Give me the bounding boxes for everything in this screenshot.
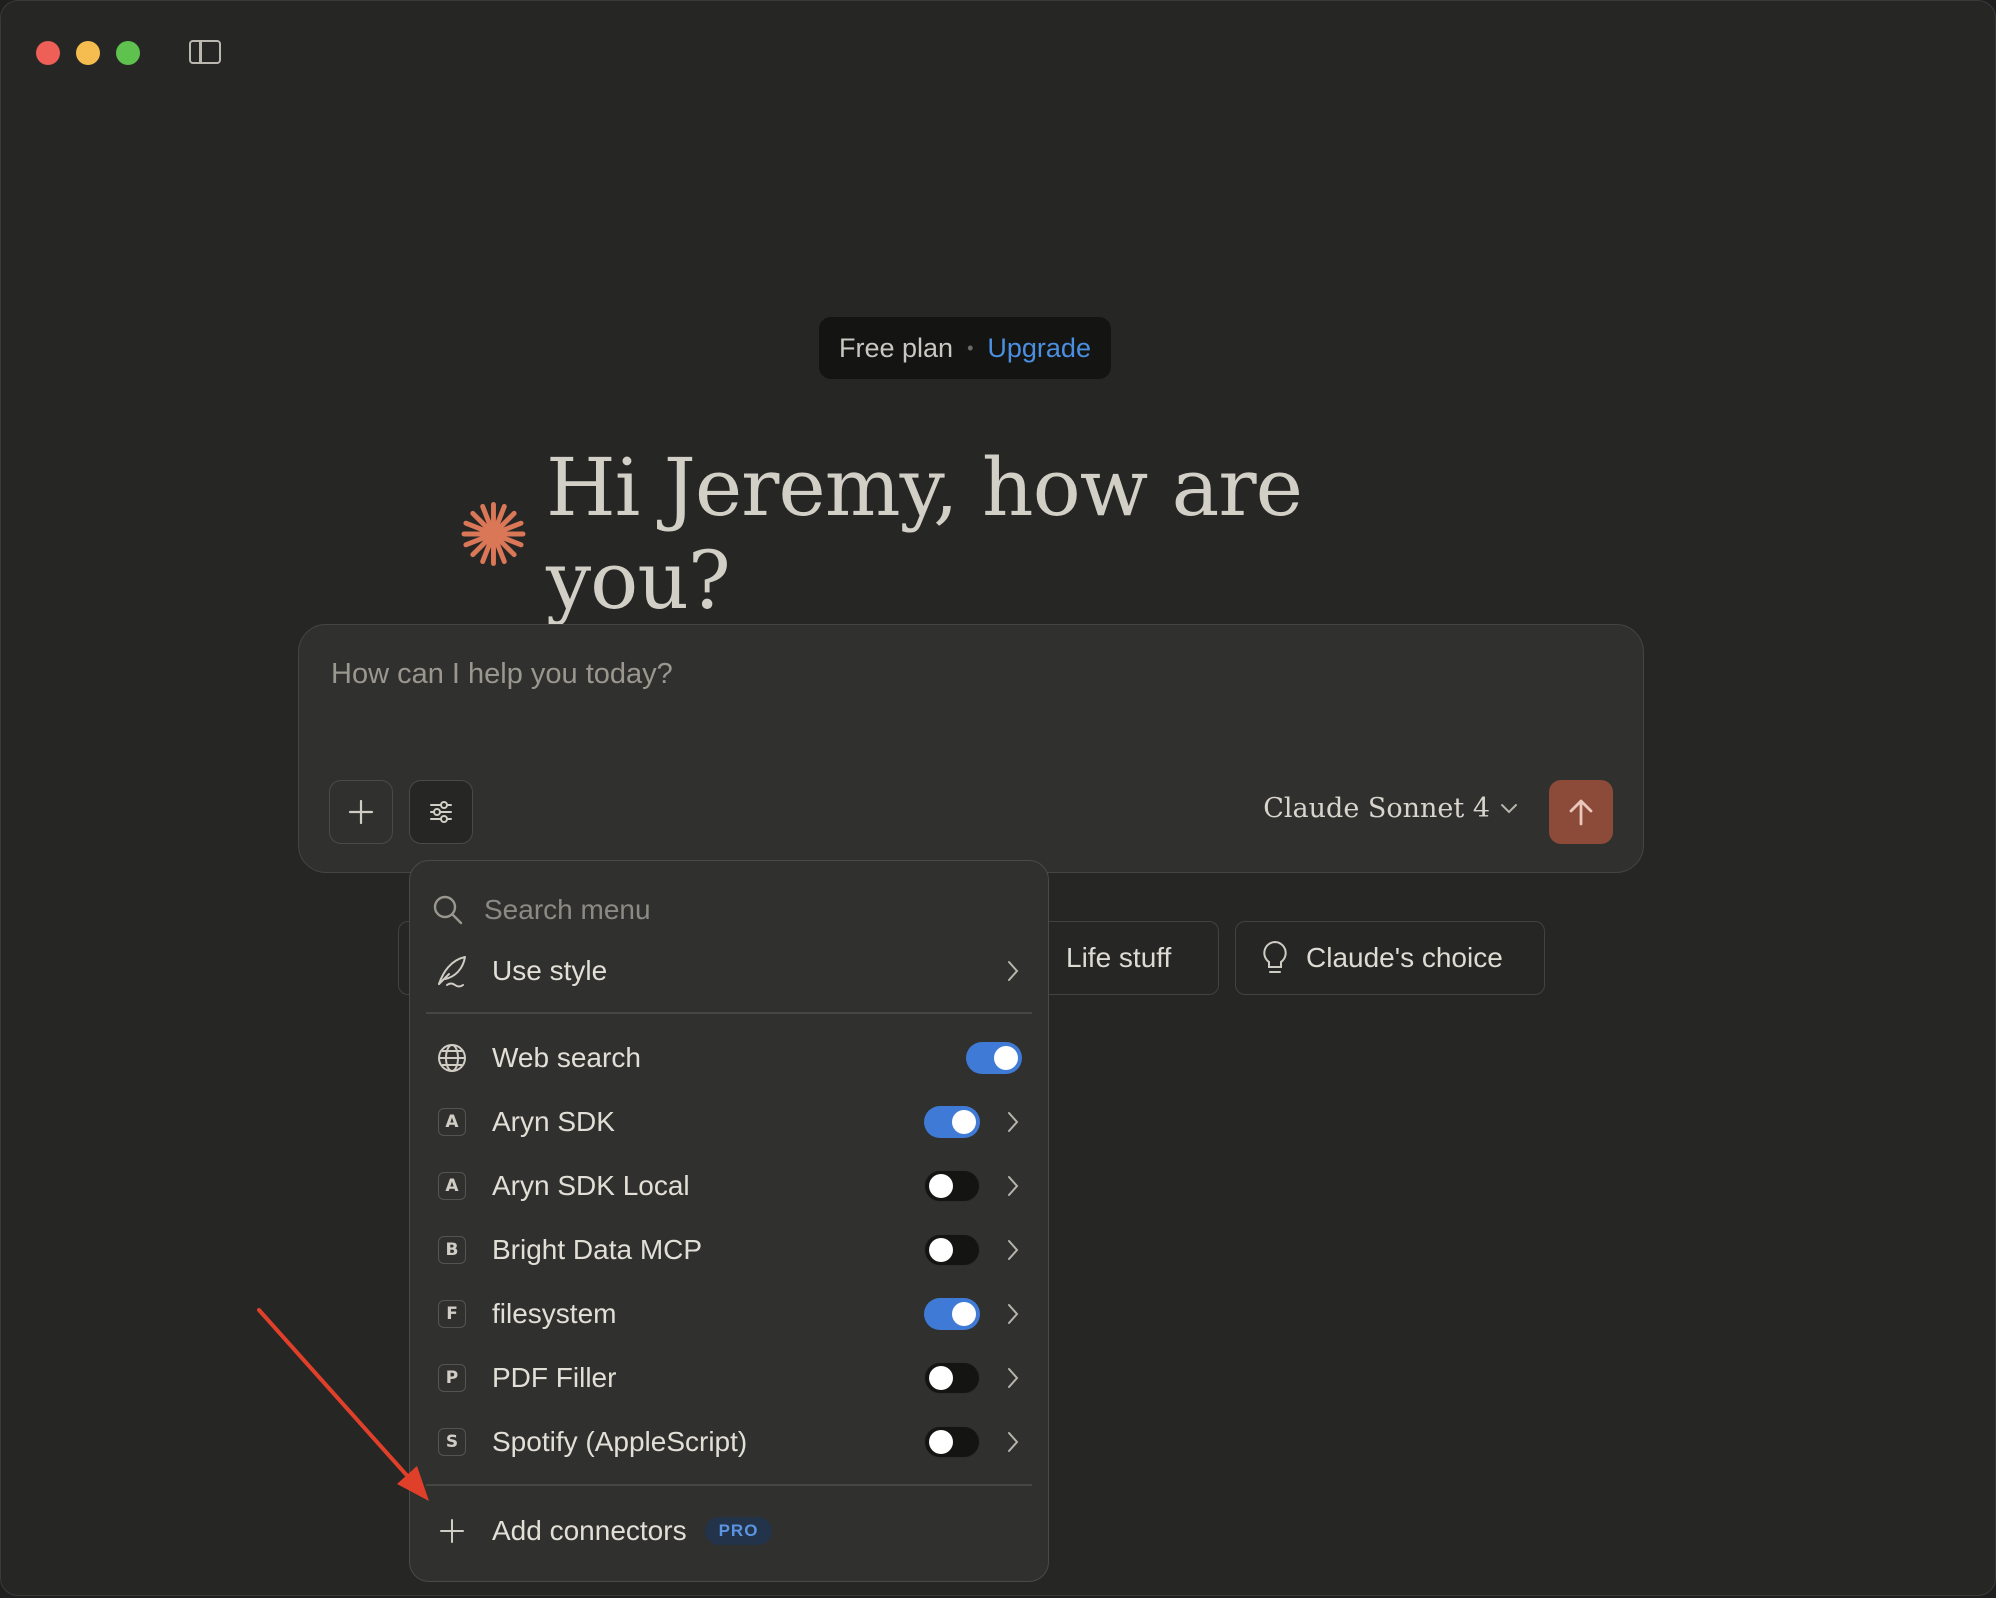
claude-asterisk-icon [461, 502, 526, 566]
upgrade-link[interactable]: Upgrade [987, 333, 1091, 364]
send-button[interactable] [1549, 780, 1613, 844]
plus-icon [432, 1518, 472, 1544]
zoom-window-button[interactable] [116, 41, 140, 65]
chevron-right-icon[interactable] [1004, 1172, 1022, 1200]
connector-letter-icon: A [438, 1108, 466, 1136]
connector-label: Aryn SDK Local [492, 1170, 690, 1201]
chevron-right-icon [1004, 957, 1022, 985]
connector-letter-icon: P [438, 1364, 466, 1392]
chevron-right-icon[interactable] [1004, 1428, 1022, 1456]
chip-label: Life stuff [1066, 942, 1172, 973]
sidebar-toggle-icon[interactable] [189, 40, 221, 64]
quill-icon [432, 954, 472, 988]
connector-row[interactable]: P PDF Filler [424, 1348, 1034, 1408]
prompt-input[interactable] [329, 657, 1533, 692]
add-attachment-button[interactable] [329, 780, 393, 844]
minimize-window-button[interactable] [76, 41, 100, 65]
menu-search-input[interactable] [482, 893, 1026, 927]
tools-button[interactable] [409, 780, 473, 844]
connector-toggle[interactable] [924, 1170, 980, 1202]
annotation-arrow-icon [257, 1308, 429, 1501]
menu-item-web-search[interactable]: Web search [424, 1028, 1034, 1088]
app-window: Free plan • Upgrade Hi Jeremy, how are y… [0, 0, 1996, 1596]
arrow-up-icon [1569, 799, 1593, 826]
connector-toggle[interactable] [924, 1426, 980, 1458]
connector-toggle[interactable] [924, 1106, 980, 1138]
chevron-right-icon[interactable] [1004, 1364, 1022, 1392]
connector-letter-icon: A [438, 1172, 466, 1200]
plan-separator: • [967, 337, 974, 358]
connector-label: Spotify (AppleScript) [492, 1426, 748, 1457]
search-icon [433, 895, 463, 925]
plus-icon [348, 799, 374, 825]
connector-label: PDF Filler [492, 1362, 617, 1393]
sliders-icon [430, 801, 452, 823]
tools-menu: Use style Web search [409, 860, 1049, 1582]
globe-icon [432, 1042, 472, 1074]
close-window-button[interactable] [36, 41, 60, 65]
connector-toggle[interactable] [924, 1298, 980, 1330]
connector-row[interactable]: A Aryn SDK Local [424, 1156, 1034, 1216]
chevron-right-icon[interactable] [1004, 1300, 1022, 1328]
greeting-text: Hi Jeremy, how are you? [545, 441, 1303, 627]
connector-letter-icon: S [438, 1428, 466, 1456]
connector-label: filesystem [492, 1298, 617, 1329]
pro-badge: PRO [704, 1517, 773, 1545]
plan-label: Free plan [839, 332, 954, 363]
web-search-label: Web search [492, 1042, 641, 1073]
web-search-toggle[interactable] [966, 1042, 1022, 1074]
connector-label: Bright Data MCP [492, 1234, 703, 1265]
connector-letter-icon: F [438, 1300, 466, 1328]
chevron-right-icon[interactable] [1004, 1236, 1022, 1264]
menu-item-use-style[interactable]: Use style [424, 941, 1034, 1001]
composer: Claude Sonnet 4 [298, 624, 1644, 873]
greeting: Hi Jeremy, how are you? [461, 441, 1495, 627]
menu-search [432, 885, 1026, 935]
menu-divider [426, 1012, 1032, 1014]
model-name: Claude Sonnet 4 [1263, 793, 1490, 824]
connector-row[interactable]: A Aryn SDK [424, 1092, 1034, 1152]
suggestion-chip-claudes-choice[interactable]: Claude's choice [1235, 921, 1545, 995]
connector-label: Aryn SDK [492, 1106, 615, 1137]
menu-divider [426, 1484, 1032, 1486]
connector-toggle[interactable] [924, 1234, 980, 1266]
lightbulb-icon [1263, 940, 1287, 973]
add-connectors-label: Add connectors [492, 1515, 687, 1546]
add-connectors-button[interactable]: Add connectors PRO [424, 1501, 1034, 1561]
use-style-label: Use style [492, 955, 608, 986]
traffic-lights [36, 41, 140, 65]
chevron-down-icon [1501, 803, 1517, 813]
connector-row[interactable]: F filesystem [424, 1284, 1034, 1344]
model-selector[interactable]: Claude Sonnet 4 [1263, 793, 1518, 824]
connector-row[interactable]: B Bright Data MCP [424, 1220, 1034, 1280]
plan-badge: Free plan • Upgrade [819, 317, 1111, 379]
chip-label: Claude's choice [1306, 942, 1503, 973]
connector-toggle[interactable] [924, 1362, 980, 1394]
chevron-right-icon[interactable] [1004, 1108, 1022, 1136]
connector-letter-icon: B [438, 1236, 466, 1264]
connector-row[interactable]: S Spotify (AppleScript) [424, 1412, 1034, 1472]
